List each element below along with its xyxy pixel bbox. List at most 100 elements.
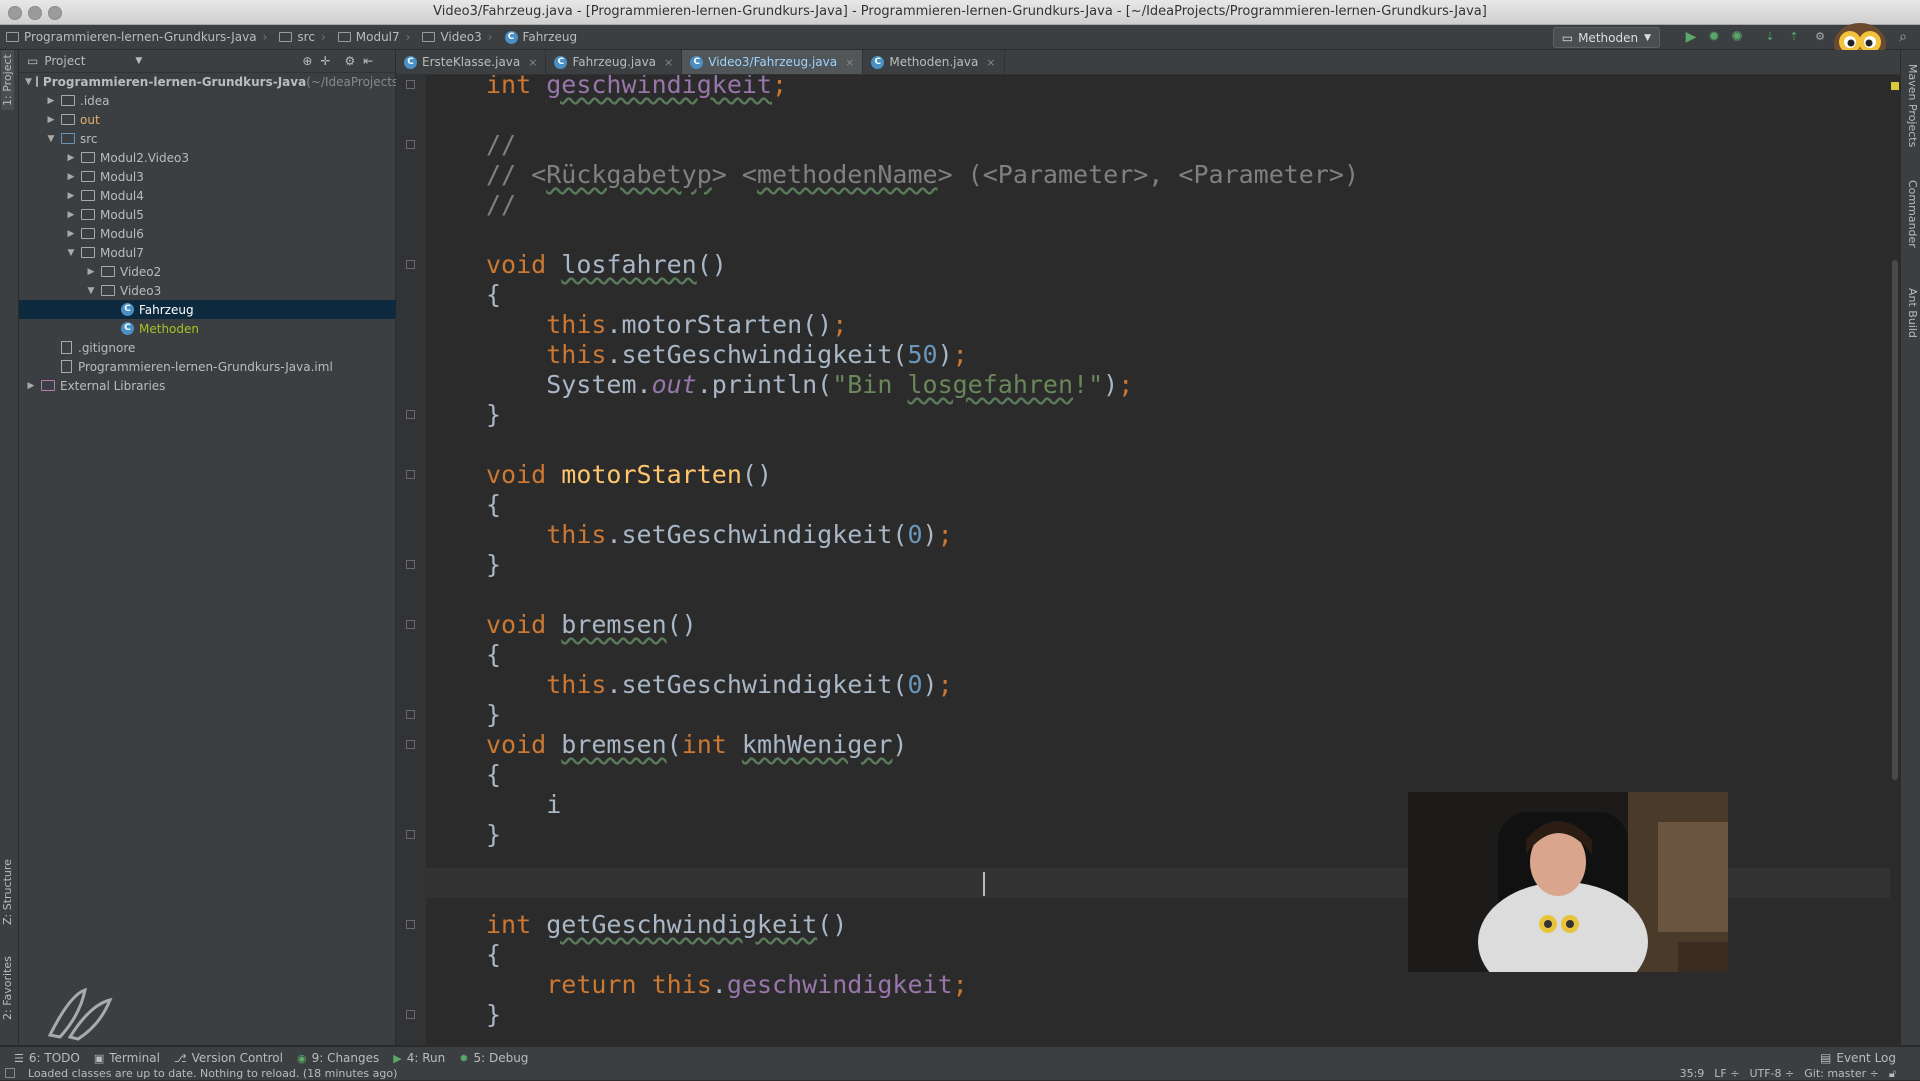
fold-marker-icon[interactable] bbox=[406, 560, 415, 569]
git-branch-select[interactable]: Git: master ÷ bbox=[1804, 1067, 1879, 1081]
expanded-arrow-icon[interactable]: ▼ bbox=[45, 134, 57, 144]
collapsed-arrow-icon[interactable]: ▶ bbox=[45, 96, 57, 106]
project-view-select[interactable]: Project bbox=[44, 54, 85, 68]
lock-icon[interactable]: 🔓︎ bbox=[1889, 1067, 1896, 1081]
close-tab-icon[interactable]: × bbox=[528, 56, 537, 69]
fold-marker-icon[interactable] bbox=[406, 470, 415, 479]
fold-marker-icon[interactable] bbox=[406, 620, 415, 629]
tree-item[interactable]: ▶ .idea bbox=[19, 91, 421, 110]
tree-item[interactable]: ▶ out bbox=[19, 110, 421, 129]
tree-item[interactable]: ▼ Video3 bbox=[19, 281, 461, 300]
scroll-from-source-icon[interactable]: ⊕ bbox=[302, 54, 312, 68]
debug-icon[interactable]: ✹ bbox=[1706, 29, 1722, 45]
fold-marker-icon[interactable] bbox=[406, 830, 415, 839]
settings-icon[interactable]: ⚙ bbox=[1812, 29, 1828, 45]
maven-projects-tab[interactable]: Maven Projects bbox=[1906, 64, 1919, 147]
breadcrumb-project[interactable]: Programmieren-lernen-Grundkurs-Java › bbox=[0, 25, 273, 49]
collapsed-arrow-icon[interactable]: ▶ bbox=[85, 267, 97, 277]
editor-tab[interactable]: C Fahrzeug.java × bbox=[546, 50, 683, 74]
close-tab-icon[interactable]: × bbox=[986, 56, 995, 69]
tree-item[interactable]: ▶ Modul4 bbox=[19, 186, 441, 205]
breadcrumb-fahrzeug[interactable]: C Fahrzeug bbox=[499, 25, 584, 49]
tree-item[interactable]: ▶ External Libraries bbox=[19, 376, 401, 395]
expanded-arrow-icon[interactable]: ▼ bbox=[85, 286, 97, 296]
collapsed-arrow-icon[interactable]: ▶ bbox=[65, 153, 77, 163]
tree-item[interactable]: ▶ Modul2.Video3 bbox=[19, 148, 441, 167]
folder-icon bbox=[6, 32, 19, 42]
tree-item[interactable]: .gitignore bbox=[19, 338, 421, 357]
collapsed-arrow-icon[interactable]: ▶ bbox=[65, 191, 77, 201]
scrollbar-thumb[interactable] bbox=[1892, 260, 1898, 780]
expanded-arrow-icon[interactable]: ▼ bbox=[25, 77, 32, 87]
caret-position[interactable]: 35:9 bbox=[1680, 1067, 1705, 1081]
collapsed-arrow-icon[interactable]: ▶ bbox=[25, 381, 37, 391]
tree-item-label: Video3 bbox=[120, 283, 162, 298]
fold-marker-icon[interactable] bbox=[406, 1010, 415, 1019]
collapse-all-icon[interactable]: ✛ bbox=[320, 54, 330, 68]
vcs-commit-icon[interactable]: ⇡ bbox=[1786, 29, 1802, 45]
project-tool-tab[interactable]: 1: Project bbox=[1, 50, 14, 110]
fold-marker-icon[interactable] bbox=[406, 740, 415, 749]
line-separator-select[interactable]: LF ÷ bbox=[1714, 1067, 1739, 1081]
bottom-tool-tab[interactable]: ✹ 5: Debug bbox=[459, 1051, 528, 1065]
tree-item[interactable]: Programmieren-lernen-Grundkurs-Java.iml bbox=[19, 357, 421, 376]
tree-item[interactable]: ▶ Modul5 bbox=[19, 205, 441, 224]
fold-marker-icon[interactable] bbox=[406, 80, 415, 89]
collapsed-arrow-icon[interactable]: ▶ bbox=[65, 210, 77, 220]
collapsed-arrow-icon[interactable]: ▶ bbox=[45, 115, 57, 125]
breadcrumb-video3[interactable]: Video3 › bbox=[416, 25, 498, 49]
commander-tab[interactable]: Commander bbox=[1906, 180, 1919, 248]
editor-tab[interactable]: C Methoden.java × bbox=[863, 50, 1005, 74]
bottom-tool-tab[interactable]: ☰ 6: TODO bbox=[14, 1051, 80, 1065]
tree-item[interactable]: ▼ Programmieren-lernen-Grundkurs-Java (~/… bbox=[19, 72, 402, 91]
code-token: bremsen bbox=[561, 610, 667, 639]
coverage-icon[interactable]: ✺ bbox=[1729, 29, 1745, 45]
tree-item[interactable]: ▼ src bbox=[19, 129, 421, 148]
fold-marker-icon[interactable] bbox=[406, 920, 415, 929]
run-icon[interactable]: ▶ bbox=[1683, 29, 1699, 45]
close-tab-icon[interactable]: × bbox=[845, 56, 854, 69]
fold-marker-icon[interactable] bbox=[406, 710, 415, 719]
encoding-select[interactable]: UTF-8 ÷ bbox=[1749, 1067, 1794, 1081]
tree-item-label: out bbox=[80, 112, 100, 127]
code-token: int bbox=[486, 75, 547, 99]
search-everywhere-icon[interactable]: ⌕ bbox=[1895, 29, 1911, 45]
gear-icon[interactable]: ⚙ bbox=[344, 54, 355, 68]
close-tab-icon[interactable]: × bbox=[664, 56, 673, 69]
bottom-tool-tab[interactable]: ⎇ Version Control bbox=[174, 1051, 283, 1065]
tree-item[interactable]: ▼ Modul7 bbox=[19, 243, 441, 262]
class-icon: C bbox=[554, 55, 568, 69]
vcs-update-icon[interactable]: ⇣ bbox=[1762, 29, 1778, 45]
editor-tab[interactable]: C Video3/Fahrzeug.java × bbox=[682, 50, 864, 74]
tool-window-icon: ⎇ bbox=[173, 1051, 187, 1065]
bottom-tool-tab[interactable]: ◉ 9: Changes bbox=[297, 1051, 379, 1065]
collapsed-arrow-icon[interactable]: ▶ bbox=[65, 229, 77, 239]
code-token: motorStarten bbox=[621, 310, 803, 339]
fold-marker-icon[interactable] bbox=[406, 140, 415, 149]
fold-marker-icon[interactable] bbox=[406, 410, 415, 419]
structure-tool-tab[interactable]: Z: Structure bbox=[1, 859, 14, 925]
favorites-tool-tab[interactable]: 2: Favorites bbox=[1, 956, 14, 1020]
code-token: () bbox=[802, 310, 833, 339]
fold-marker-icon[interactable] bbox=[406, 260, 415, 269]
code-token: return this bbox=[546, 970, 712, 999]
code-line: return this.geschwindigkeit; bbox=[486, 970, 967, 1000]
collapsed-arrow-icon[interactable]: ▶ bbox=[65, 172, 77, 182]
bottom-tool-tab[interactable]: ▣ Terminal bbox=[94, 1051, 160, 1065]
tree-item[interactable]: ▶ Modul3 bbox=[19, 167, 441, 186]
tree-item[interactable]: ▶ Video2 bbox=[19, 262, 461, 281]
toggle-tool-windows-icon[interactable] bbox=[5, 1068, 15, 1078]
breadcrumb-src[interactable]: src › bbox=[273, 25, 331, 49]
event-log-tab[interactable]: ▤ Event Log bbox=[1820, 1051, 1896, 1065]
run-configuration-select[interactable]: ▭ Methoden ▼ bbox=[1552, 27, 1660, 48]
expanded-arrow-icon[interactable]: ▼ bbox=[65, 248, 77, 258]
code-line: this.motorStarten(); bbox=[486, 310, 847, 340]
chevron-down-icon[interactable]: ▼ bbox=[135, 56, 142, 66]
hide-panel-icon[interactable]: ⇤ bbox=[363, 54, 373, 68]
tree-item[interactable]: ▶ Modul6 bbox=[19, 224, 441, 243]
bottom-tool-tab[interactable]: ▶ 4: Run bbox=[393, 1051, 445, 1065]
ant-build-tab[interactable]: Ant Build bbox=[1906, 288, 1919, 338]
editor-tab[interactable]: C ErsteKlasse.java × bbox=[396, 50, 547, 74]
inspection-status-icon[interactable] bbox=[1891, 82, 1899, 90]
breadcrumb-modul7[interactable]: Modul7 › bbox=[332, 25, 417, 49]
